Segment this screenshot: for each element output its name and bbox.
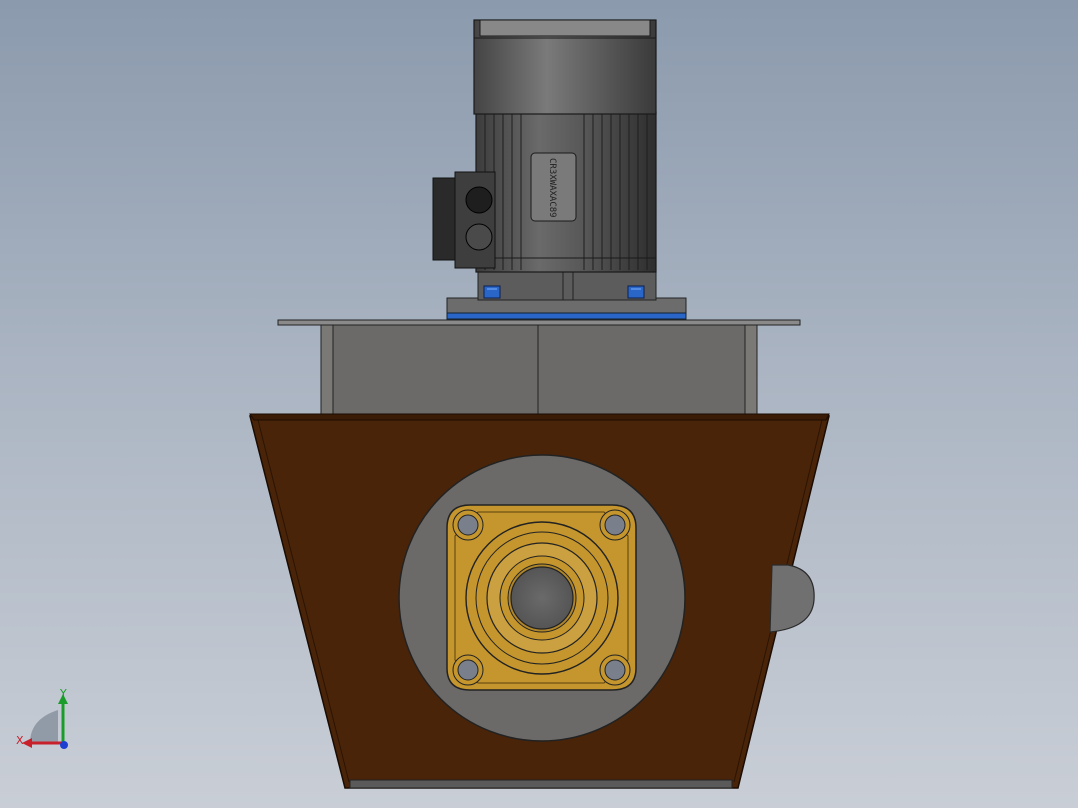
motor-nameplate: CR3XWAXAC89 xyxy=(530,152,577,222)
cad-viewport[interactable]: CR3XWAXAC89 Y X xyxy=(0,0,1078,808)
motor-fan-cover xyxy=(473,19,657,115)
orientation-triad[interactable]: Y X xyxy=(10,686,80,756)
z-axis-dot-icon xyxy=(60,741,68,749)
cable-gland-icon xyxy=(465,186,493,214)
motor-terminal-box[interactable] xyxy=(432,171,496,269)
nameplate-label: CR3XWAXAC89 xyxy=(547,158,557,218)
triad-y-label: Y xyxy=(59,687,67,700)
motor-flange xyxy=(446,269,687,320)
triad-x-label: X xyxy=(16,734,24,747)
cable-plug-icon xyxy=(465,223,493,251)
triad-plane-icon xyxy=(30,710,58,743)
hopper-lip xyxy=(249,413,830,421)
drive-housing-box xyxy=(320,324,758,416)
feeder-assembly-model[interactable]: CR3XWAXAC89 xyxy=(0,0,1078,808)
side-nozzle xyxy=(769,564,815,633)
blue-bolt-right xyxy=(627,285,645,299)
blue-bolt-left xyxy=(483,285,501,299)
top-mounting-plate xyxy=(277,319,801,326)
flange-bearing[interactable] xyxy=(446,504,637,691)
